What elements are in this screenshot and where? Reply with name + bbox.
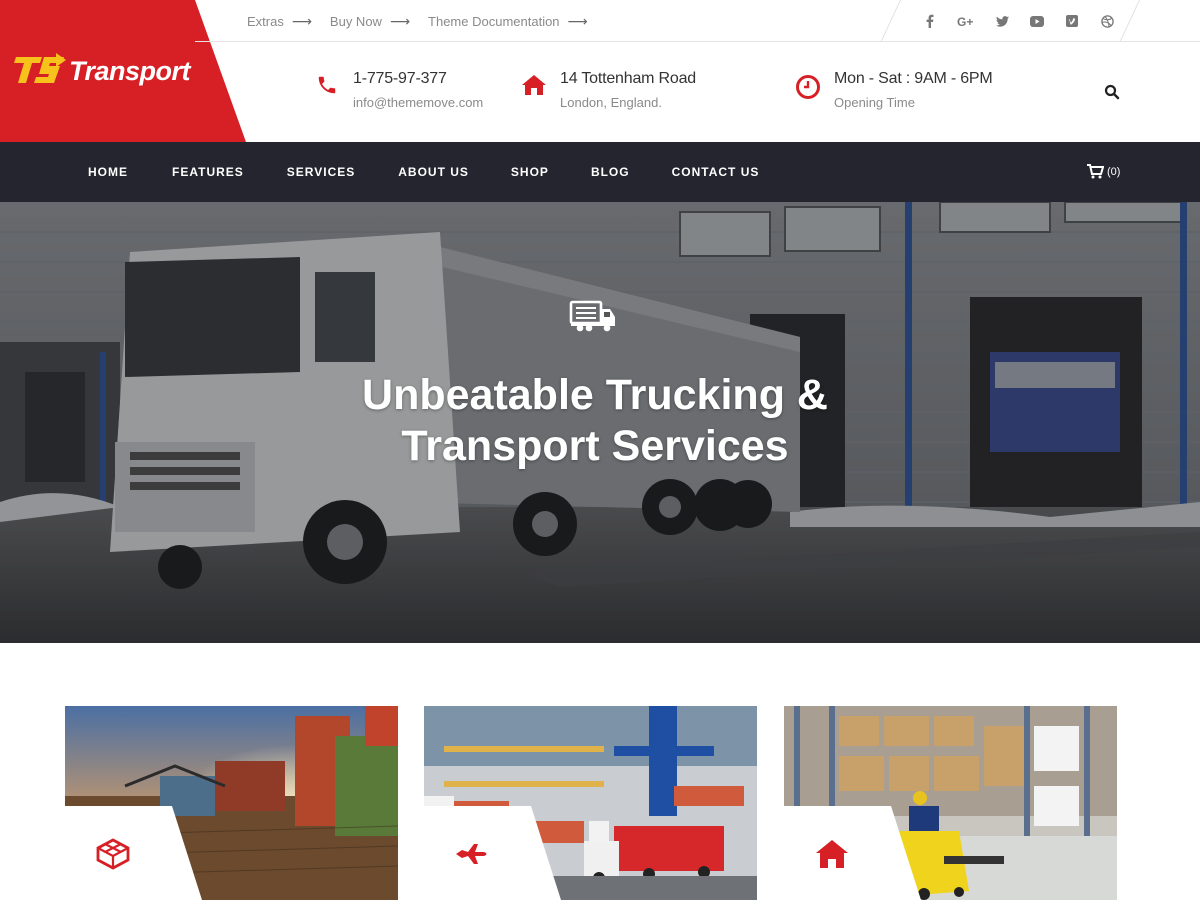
top-bar: Extras ⟶ Buy Now ⟶ Theme Documentation ⟶… — [195, 0, 1200, 42]
opening-hours: Mon - Sat : 9AM - 6PM — [834, 70, 993, 87]
nav-item-about-us[interactable]: ABOUT US — [398, 165, 469, 179]
theme-documentation-link-label: Theme Documentation — [428, 14, 560, 29]
buy-now-link[interactable]: Buy Now ⟶ — [330, 13, 410, 30]
contact-email[interactable]: info@thememove.com — [353, 95, 483, 110]
brand-name: Transport — [69, 56, 191, 86]
nav-item-services[interactable]: SERVICES — [287, 165, 355, 179]
extras-link[interactable]: Extras ⟶ — [247, 13, 312, 30]
address-city: London, England. — [560, 95, 662, 110]
hero-title-line-1: Unbeatable Trucking & — [362, 371, 828, 419]
nav-item-features[interactable]: FEATURES — [172, 165, 244, 179]
nav-item-home[interactable]: HOME — [88, 165, 128, 179]
arrow-right-icon: ⟶ — [389, 13, 411, 29]
nav-menu: HOME FEATURES SERVICES ABOUT US SHOP BLO… — [88, 142, 759, 202]
service-card-1[interactable] — [65, 706, 398, 900]
cart-button[interactable]: (0) — [1087, 164, 1120, 179]
cart-icon — [1087, 164, 1104, 179]
phone-info: 1-775-97-377 info@thememove.com — [313, 70, 483, 110]
cart-count: (0) — [1107, 165, 1121, 178]
search-icon[interactable] — [1104, 84, 1122, 102]
address-info: 14 Tottenham Road London, England. — [520, 70, 696, 110]
theme-documentation-link[interactable]: Theme Documentation ⟶ — [428, 13, 588, 30]
google-plus-icon[interactable]: G+ — [957, 13, 975, 29]
main-nav: HOME FEATURES SERVICES ABOUT US SHOP BLO… — [0, 142, 1200, 202]
hero-title: Unbeatable Trucking & Transport Services — [0, 370, 1190, 472]
home-icon — [520, 70, 548, 98]
social-links: G+ — [922, 0, 1115, 42]
extras-link-label: Extras — [247, 14, 284, 29]
hours-info: Mon - Sat : 9AM - 6PM Opening Time — [794, 70, 993, 110]
arrow-right-icon: ⟶ — [567, 13, 588, 29]
service-card-3[interactable] — [784, 706, 1117, 900]
arrow-right-icon: ⟶ — [291, 13, 312, 29]
clock-icon — [794, 70, 822, 99]
hero-title-line-2: Transport Services — [401, 422, 789, 470]
service-card-2[interactable] — [424, 706, 757, 900]
svg-text:G+: G+ — [957, 15, 973, 27]
hero-banner: Unbeatable Trucking & Transport Services — [0, 202, 1200, 643]
twitter-icon[interactable] — [994, 13, 1010, 29]
truck-icon — [569, 300, 615, 332]
home-icon — [816, 840, 848, 868]
dribbble-icon[interactable] — [1099, 13, 1115, 29]
logo-mark-icon — [14, 53, 66, 83]
phone-icon — [313, 70, 341, 98]
youtube-icon[interactable] — [1029, 13, 1045, 29]
top-links: Extras ⟶ Buy Now ⟶ Theme Documentation ⟶ — [247, 13, 588, 30]
plane-icon — [456, 844, 487, 864]
nav-item-contact-us[interactable]: CONTACT US — [672, 165, 760, 179]
opening-time-label: Opening Time — [834, 95, 915, 110]
cube-icon — [96, 838, 130, 870]
phone-number[interactable]: 1-775-97-377 — [353, 70, 483, 88]
nav-item-blog[interactable]: BLOG — [591, 165, 630, 179]
buy-now-link-label: Buy Now — [329, 14, 382, 29]
nav-item-shop[interactable]: SHOP — [511, 165, 549, 179]
vimeo-icon[interactable] — [1064, 13, 1080, 29]
facebook-icon[interactable] — [922, 13, 938, 29]
address-street: 14 Tottenham Road — [560, 70, 696, 87]
